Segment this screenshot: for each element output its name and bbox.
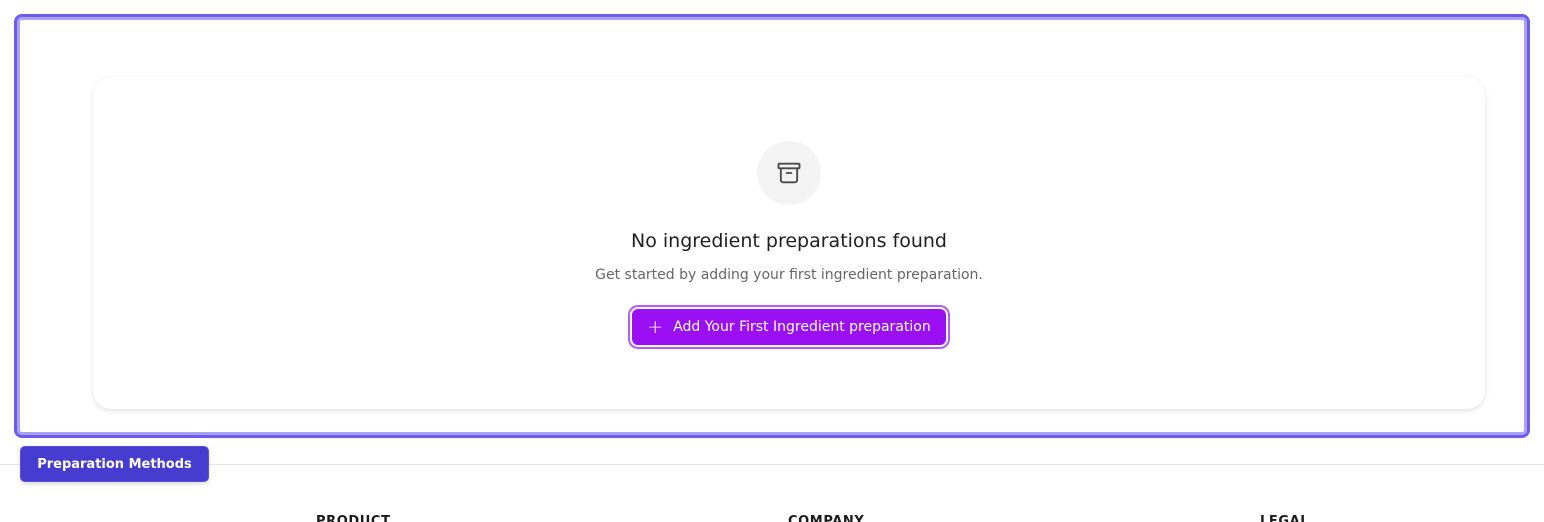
footer-heading-product: PRODUCT bbox=[316, 514, 391, 522]
add-first-preparation-button-label: Add Your First Ingredient preparation bbox=[673, 319, 931, 335]
page: No ingredient preparations found Get sta… bbox=[0, 0, 1544, 522]
empty-state-subtitle: Get started by adding your first ingredi… bbox=[595, 267, 983, 283]
add-first-preparation-button[interactable]: + Add Your First Ingredient preparation bbox=[632, 309, 946, 345]
footer-heading-legal: LEGAL bbox=[1260, 514, 1310, 522]
plus-icon: + bbox=[647, 316, 664, 338]
preparation-methods-badge[interactable]: Preparation Methods bbox=[20, 446, 209, 482]
empty-state-card: No ingredient preparations found Get sta… bbox=[93, 77, 1485, 409]
footer-heading-company: COMPANY bbox=[788, 514, 865, 522]
empty-state-icon-container bbox=[757, 141, 821, 205]
footer-divider bbox=[0, 464, 1544, 465]
empty-state-title: No ingredient preparations found bbox=[631, 230, 947, 252]
archive-box-icon bbox=[777, 162, 801, 184]
highlighted-section-frame: No ingredient preparations found Get sta… bbox=[14, 14, 1530, 438]
